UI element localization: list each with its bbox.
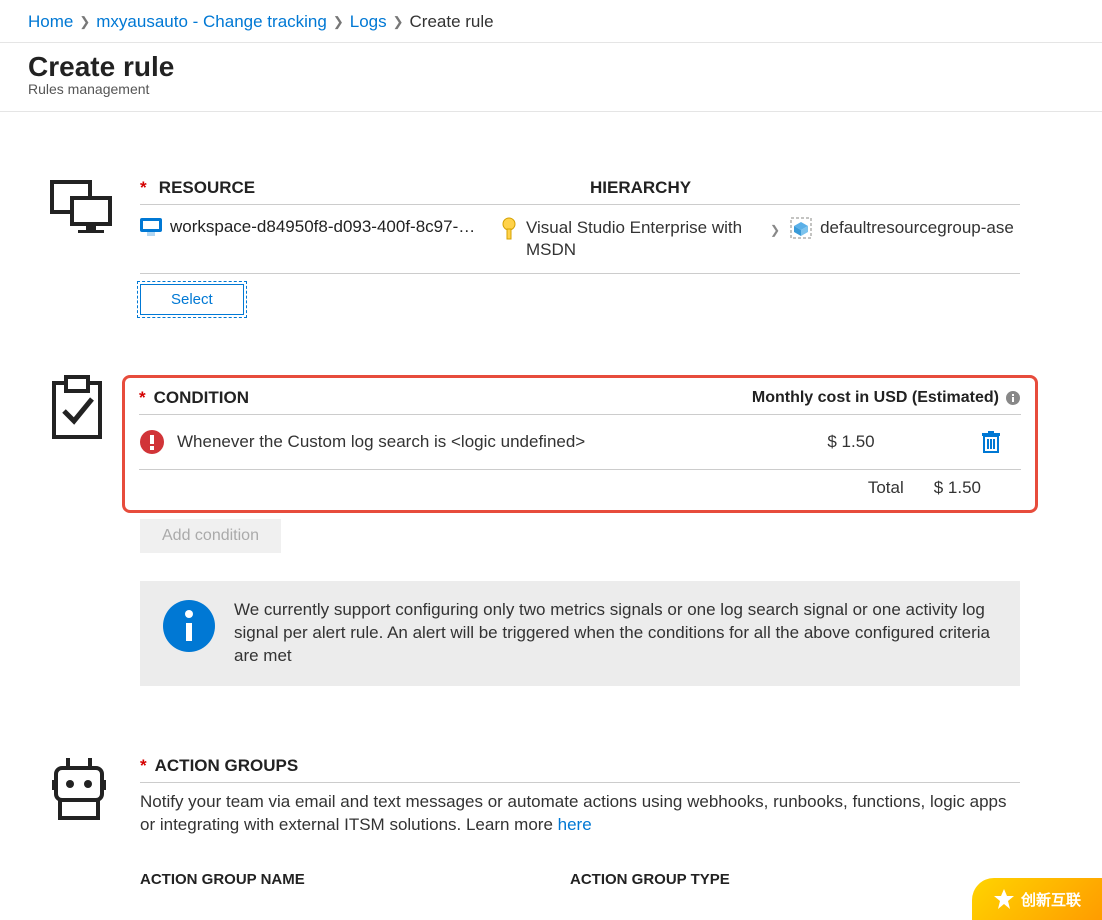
breadcrumb: Home ❯ mxyausauto - Change tracking ❯ Lo… bbox=[0, 0, 1102, 43]
required-asterisk: * bbox=[140, 756, 147, 776]
page-title: Create rule bbox=[28, 51, 1074, 83]
action-groups-table-header: ACTION GROUP NAME ACTION GROUP TYPE bbox=[140, 837, 1020, 888]
condition-section: * CONDITION Monthly cost in USD (Estimat… bbox=[0, 315, 1102, 686]
info-icon bbox=[162, 599, 216, 653]
hierarchy-subscription: Visual Studio Enterprise with MSDN bbox=[526, 217, 760, 261]
condition-info-text: We currently support configuring only tw… bbox=[234, 599, 998, 668]
condition-total-value: $ 1.50 bbox=[934, 478, 981, 498]
workspace-icon bbox=[140, 218, 162, 236]
hierarchy-label: HIERARCHY bbox=[590, 178, 1020, 198]
condition-icon bbox=[50, 375, 104, 441]
breadcrumb-current: Create rule bbox=[410, 12, 494, 32]
chevron-right-icon: ❯ bbox=[770, 223, 780, 237]
required-asterisk: * bbox=[140, 178, 147, 197]
condition-total-label: Total bbox=[868, 478, 904, 498]
condition-total-row: Total $ 1.50 bbox=[139, 470, 1021, 506]
info-icon[interactable] bbox=[1005, 390, 1021, 406]
workspace-name: workspace-d84950f8-d093-400f-8c97-… bbox=[170, 217, 475, 237]
resource-section-title: RESOURCE bbox=[159, 178, 255, 197]
page-subtitle: Rules management bbox=[28, 81, 1074, 97]
breadcrumb-home[interactable]: Home bbox=[28, 12, 73, 32]
action-groups-description: Notify your team via email and text mess… bbox=[140, 783, 1020, 837]
key-icon bbox=[500, 217, 518, 241]
hierarchy-resource-group: defaultresourcegroup-ase bbox=[820, 217, 1014, 239]
action-group-name-col: ACTION GROUP NAME bbox=[140, 871, 570, 888]
watermark-badge: 创新互联 bbox=[972, 878, 1102, 920]
resource-section: * RESOURCE HIERARCHY workspace-d84950f8-… bbox=[0, 142, 1102, 315]
condition-cost-label: Monthly cost in USD (Estimated) bbox=[752, 389, 999, 407]
chevron-right-icon: ❯ bbox=[333, 14, 344, 30]
action-group-type-col: ACTION GROUP TYPE bbox=[570, 871, 1020, 888]
breadcrumb-logs[interactable]: Logs bbox=[350, 12, 387, 32]
required-asterisk: * bbox=[139, 388, 146, 408]
condition-row[interactable]: Whenever the Custom log search is <logic… bbox=[139, 415, 1021, 470]
select-button[interactable]: Select bbox=[140, 284, 244, 315]
action-groups-section: * ACTION GROUPS Notify your team via ema… bbox=[0, 686, 1102, 888]
condition-info-box: We currently support configuring only tw… bbox=[140, 581, 1020, 686]
delete-condition-button[interactable] bbox=[981, 431, 1021, 453]
chevron-right-icon: ❯ bbox=[393, 14, 404, 30]
resource-row: workspace-d84950f8-d093-400f-8c97-… Visu… bbox=[140, 205, 1020, 274]
action-groups-title: ACTION GROUPS bbox=[155, 756, 299, 776]
condition-section-title: CONDITION bbox=[154, 388, 249, 408]
resource-group-icon bbox=[790, 217, 812, 239]
condition-cost: $ 1.50 bbox=[721, 432, 981, 452]
learn-more-link[interactable]: here bbox=[558, 815, 592, 834]
action-groups-icon bbox=[50, 756, 108, 822]
condition-text: Whenever the Custom log search is <logic… bbox=[177, 432, 721, 452]
add-condition-button: Add condition bbox=[140, 519, 281, 553]
chevron-right-icon: ❯ bbox=[79, 14, 90, 30]
condition-highlight-box: * CONDITION Monthly cost in USD (Estimat… bbox=[122, 375, 1038, 513]
watermark-text: 创新互联 bbox=[1021, 889, 1081, 910]
page-header: Create rule Rules management bbox=[0, 43, 1102, 112]
breadcrumb-change-tracking[interactable]: mxyausauto - Change tracking bbox=[96, 12, 327, 32]
resource-icon bbox=[50, 178, 116, 234]
resource-hierarchy: Visual Studio Enterprise with MSDN ❯ def… bbox=[500, 217, 1020, 261]
alert-icon bbox=[139, 429, 165, 455]
